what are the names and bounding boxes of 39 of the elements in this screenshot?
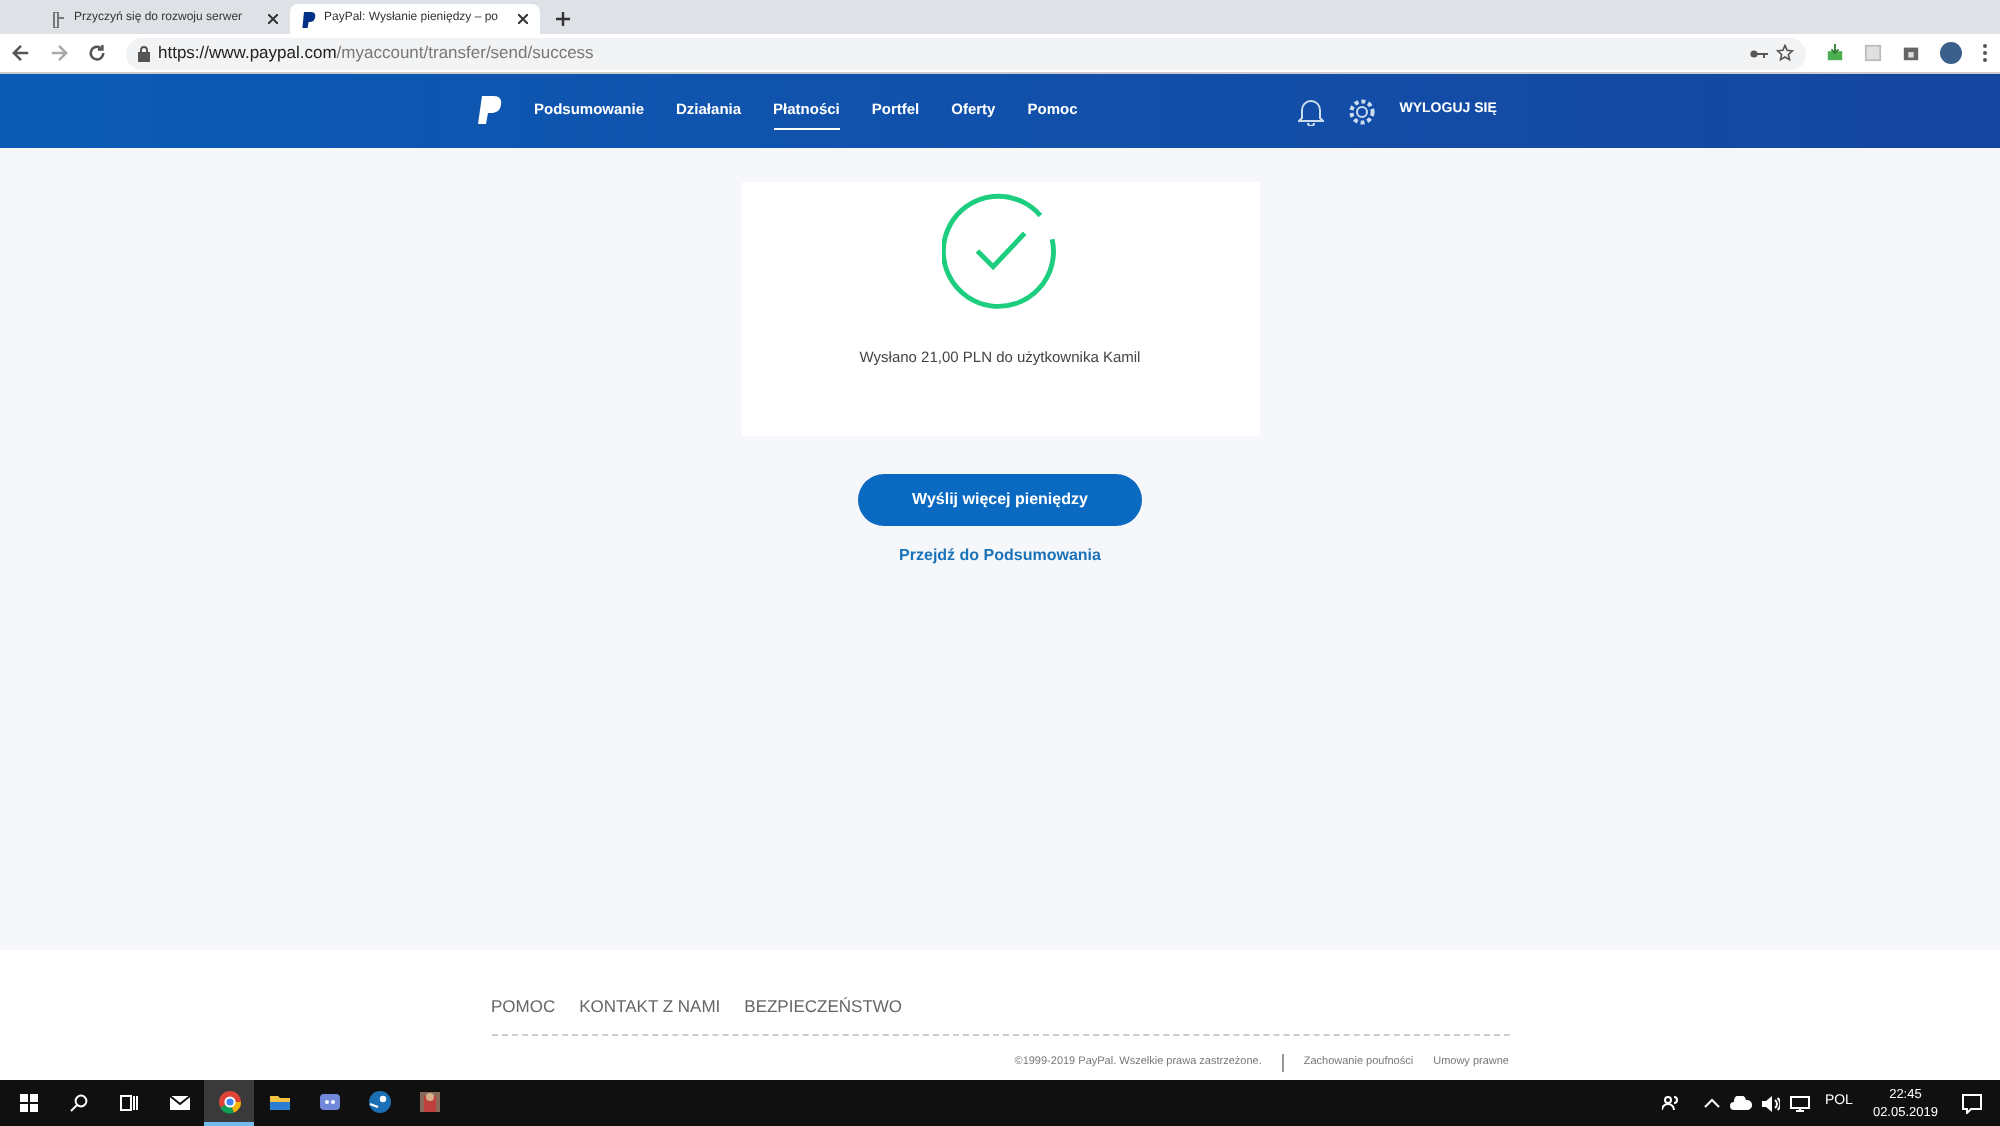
notifications-icon[interactable] <box>1962 1093 1984 1113</box>
page-favicon-icon <box>52 11 66 27</box>
paypal-favicon-icon <box>302 11 316 27</box>
footer-link[interactable]: BEZPIECZEŃSTWO <box>744 994 903 1020</box>
network-monitor-icon[interactable] <box>1790 1095 1811 1111</box>
footer-link[interactable]: KONTAKT Z NAMI <box>579 994 721 1020</box>
task-view-icon[interactable] <box>120 1094 138 1112</box>
notifications-bell-icon[interactable] <box>1297 97 1324 125</box>
windows-start-icon[interactable] <box>20 1094 38 1112</box>
cloud-icon[interactable] <box>1730 1096 1753 1110</box>
taskbar-app-button[interactable] <box>204 1080 254 1126</box>
lock-icon <box>138 45 150 61</box>
new-tab-icon[interactable] <box>556 12 570 26</box>
star-icon[interactable] <box>1776 44 1794 62</box>
menu-icon[interactable] <box>1982 44 1988 62</box>
url-text: https://www.paypal.com/myaccount/transfer/send/success <box>158 40 594 66</box>
chevron-up-icon[interactable] <box>1704 1098 1721 1108</box>
close-tab-icon[interactable] <box>268 14 278 24</box>
game-app-icon <box>417 1089 441 1113</box>
success-check-icon <box>941 192 1059 310</box>
search-icon[interactable] <box>70 1094 88 1112</box>
speaker-icon[interactable] <box>1762 1095 1781 1111</box>
chat-app-icon <box>317 1089 341 1113</box>
chrome-icon <box>217 1089 241 1113</box>
profile-avatar-icon[interactable] <box>1940 42 1962 64</box>
settings-icon[interactable] <box>1347 97 1376 125</box>
back-icon[interactable] <box>12 44 30 62</box>
reload-icon[interactable] <box>88 44 106 62</box>
send-more-button[interactable]: Wyślij więcej pieniędzy <box>858 474 1142 526</box>
footer-link[interactable]: POMOC <box>491 994 556 1020</box>
key-icon[interactable] <box>1750 47 1768 59</box>
summary-link[interactable]: Przejdź do Podsumowania <box>899 544 1101 568</box>
extension-icon[interactable] <box>1826 44 1844 62</box>
extension-icon[interactable] <box>1902 44 1920 62</box>
steam-app-icon <box>367 1089 391 1113</box>
close-tab-icon[interactable] <box>518 14 528 24</box>
address-bar[interactable]: https://www.paypal.com/myaccount/transfer/send/success <box>126 37 1806 69</box>
paypal-logo-icon[interactable] <box>476 96 502 126</box>
people-icon[interactable] <box>1662 1094 1681 1112</box>
